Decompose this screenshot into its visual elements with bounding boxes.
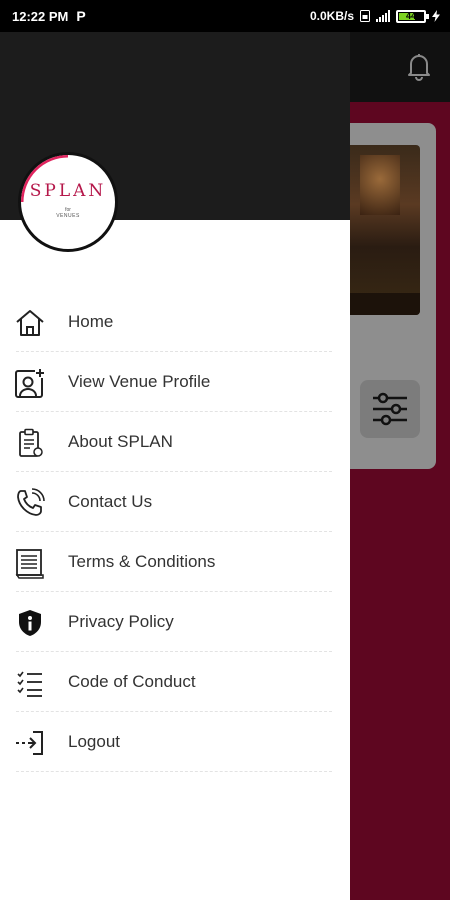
document-icon: [15, 549, 44, 579]
menu-item-home[interactable]: Home: [0, 292, 350, 352]
menu-item-logout[interactable]: Logout: [0, 712, 350, 772]
status-bar: 12:22 PM P 0.0KB/s 44: [0, 0, 450, 32]
user-add-icon: [15, 368, 45, 398]
drawer-menu: Home View Venue Profile About SPLAN Cont…: [0, 292, 350, 772]
sim-icon: [360, 10, 370, 22]
menu-label: About SPLAN: [68, 432, 173, 451]
menu-label: Code of Conduct: [68, 672, 196, 691]
splan-logo: SPLAN for VENUES: [18, 152, 118, 252]
logout-icon: [16, 731, 43, 755]
app-indicator-icon: P: [76, 8, 86, 24]
clipboard-icon: [19, 428, 43, 457]
status-time: 12:22 PM: [12, 8, 69, 24]
logo-ring-icon: [21, 155, 69, 203]
charging-icon: [432, 10, 440, 22]
phone-icon: [17, 488, 45, 516]
network-speed: 0.0KB/s: [309, 9, 354, 23]
filter-button[interactable]: [360, 380, 420, 438]
menu-item-terms-conditions[interactable]: Terms & Conditions: [0, 532, 350, 592]
menu-item-contact-us[interactable]: Contact Us: [0, 472, 350, 532]
signal-icon: [376, 10, 390, 22]
menu-item-privacy-policy[interactable]: Privacy Policy: [0, 592, 350, 652]
battery-level: 44: [405, 11, 416, 21]
menu-item-view-venue-profile[interactable]: View Venue Profile: [0, 352, 350, 412]
home-icon: [16, 310, 44, 336]
filter-sliders-icon: [373, 392, 407, 426]
menu-label: Terms & Conditions: [68, 552, 216, 571]
menu-label: View Venue Profile: [68, 372, 211, 391]
menu-label: Home: [68, 312, 114, 331]
list-icon: [17, 671, 42, 697]
menu-item-code-of-conduct[interactable]: Code of Conduct: [0, 652, 350, 712]
shield-icon: [19, 610, 41, 636]
bell-icon[interactable]: [402, 49, 436, 83]
menu-item-about-splan[interactable]: About SPLAN: [0, 412, 350, 472]
menu-label: Logout: [68, 732, 120, 751]
navigation-drawer: SPLAN for VENUES Home View Venue Profile…: [0, 32, 350, 900]
menu-label: Privacy Policy: [68, 612, 174, 631]
venue-photo: [340, 145, 420, 315]
menu-label: Contact Us: [68, 492, 153, 511]
battery-icon: 44: [396, 9, 429, 23]
